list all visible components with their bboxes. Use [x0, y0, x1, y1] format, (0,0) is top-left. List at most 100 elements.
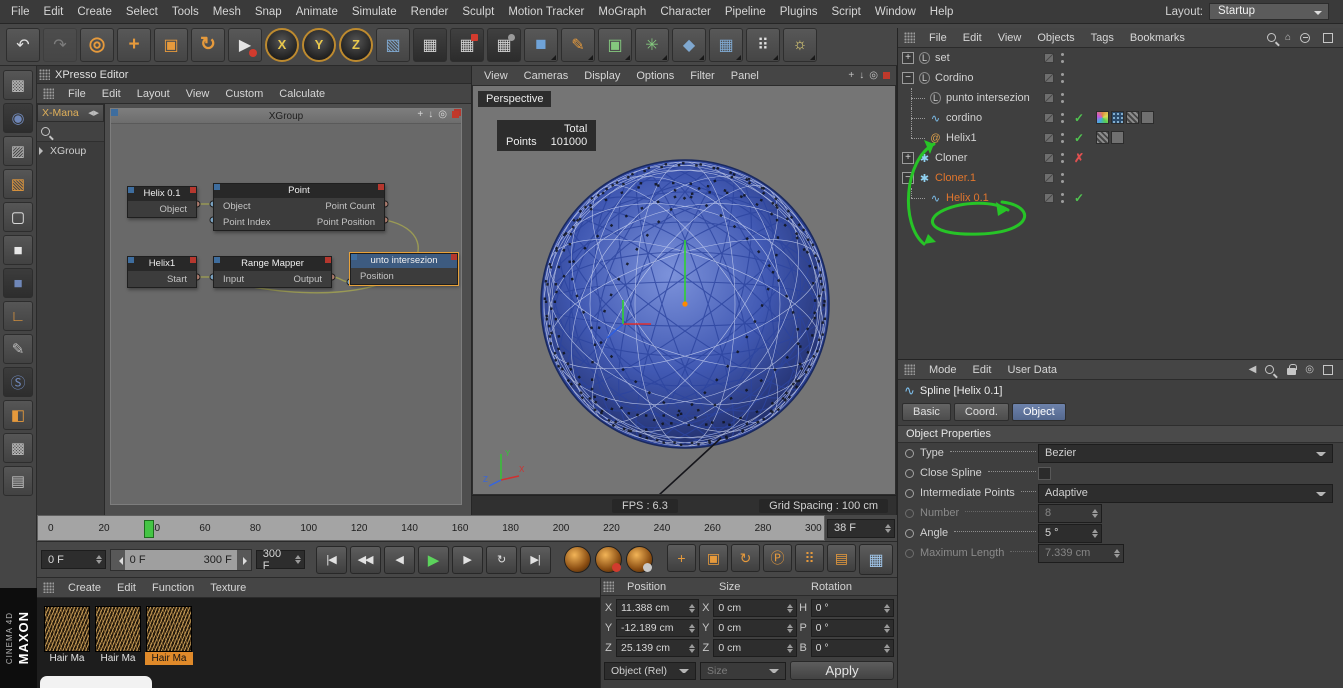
- xgroup-container[interactable]: XGroup: [110, 108, 462, 505]
- position-input[interactable]: 11.388 cm: [616, 599, 700, 617]
- menu-item[interactable]: MoGraph: [591, 2, 653, 22]
- layer-toggle-icon[interactable]: [1044, 53, 1054, 63]
- menu-item[interactable]: Sculpt: [455, 2, 501, 22]
- enable-toggle-icon[interactable]: ✓: [1072, 131, 1086, 145]
- range-start-input[interactable]: 0 F: [41, 550, 106, 569]
- history-back-icon[interactable]: ◀: [1249, 364, 1257, 375]
- menu-item[interactable]: Pipeline: [718, 2, 773, 22]
- record-parameter-icon[interactable]: Ⓟ: [763, 544, 792, 572]
- render-picture-viewer-icon[interactable]: [595, 546, 623, 573]
- layer-toggle-icon[interactable]: [1044, 133, 1054, 143]
- menu-item[interactable]: Edit: [37, 2, 71, 22]
- current-frame-marker[interactable]: [144, 520, 154, 538]
- material-item[interactable]: Hair Ma: [94, 606, 142, 665]
- menu-item[interactable]: Texture: [202, 580, 254, 596]
- model-mode-icon[interactable]: ■: [3, 235, 33, 265]
- material-item[interactable]: Hair Ma: [43, 606, 91, 665]
- object-row-set[interactable]: + set: [898, 48, 1343, 68]
- menu-item[interactable]: Function: [144, 580, 202, 596]
- expander-icon[interactable]: −: [902, 172, 914, 184]
- timeline-ruler[interactable]: 0 20 40 60 80 100 120 140 160 180 200 220 240 260 280 3…: [37, 515, 825, 541]
- rotate-view-icon[interactable]: ◎: [869, 70, 878, 81]
- phong-tag-icon[interactable]: [1126, 111, 1139, 124]
- coordinate-mode-dropdown[interactable]: Object (Rel): [604, 661, 696, 680]
- lock-x-axis-icon[interactable]: X: [265, 27, 299, 62]
- visibility-dots-icon[interactable]: [1061, 133, 1064, 136]
- panel-handle-icon[interactable]: [904, 32, 915, 43]
- add-cube-icon[interactable]: ■: [524, 27, 558, 62]
- autokey-icon[interactable]: ▤: [827, 544, 856, 572]
- menu-item[interactable]: Character: [653, 2, 718, 22]
- viewport-canvas[interactable]: Perspective Total Points 101000 Y X Z: [472, 86, 896, 495]
- lock-icon[interactable]: [1287, 364, 1297, 375]
- object-row-cordino-parent[interactable]: − Cordino: [898, 68, 1343, 88]
- panel-handle-icon[interactable]: [43, 582, 54, 593]
- menu-item[interactable]: User Data: [1000, 362, 1066, 378]
- close-spline-checkbox[interactable]: [1038, 466, 1051, 480]
- layer-icon[interactable]: ▤: [3, 466, 33, 496]
- menu-item[interactable]: Script: [824, 2, 867, 22]
- coordinate-system-icon[interactable]: ▧: [376, 27, 410, 62]
- tab-scroll-arrows-icon[interactable]: ◀▶: [88, 109, 99, 117]
- apply-button[interactable]: Apply: [790, 661, 894, 680]
- xgroup-tree-item[interactable]: XGroup: [37, 142, 104, 160]
- simulate-icon[interactable]: ✳: [635, 27, 669, 62]
- menu-item[interactable]: Simulate: [345, 2, 404, 22]
- panel-handle-icon[interactable]: [603, 581, 614, 592]
- menu-item[interactable]: Tools: [165, 2, 206, 22]
- render-picture-viewer-icon[interactable]: ▦: [450, 27, 484, 62]
- last-tool-icon[interactable]: ▶: [228, 27, 262, 62]
- menu-item[interactable]: Tags: [1083, 30, 1122, 46]
- content-browser-icon[interactable]: ▦: [859, 544, 893, 575]
- filter-icon[interactable]: [1300, 32, 1310, 43]
- particle-tag-icon[interactable]: [1096, 111, 1109, 124]
- home-icon[interactable]: ⌂: [1285, 32, 1291, 43]
- keyframe-selection-icon[interactable]: ⠿: [795, 544, 824, 572]
- position-input[interactable]: -12.189 cm: [616, 619, 700, 637]
- rotate-icon[interactable]: ↻: [191, 27, 225, 62]
- lock-workplane-icon[interactable]: ▩: [3, 433, 33, 463]
- range-right-cap-icon[interactable]: [236, 549, 251, 570]
- material-item-selected[interactable]: Hair Ma: [145, 606, 193, 665]
- pan-view-icon[interactable]: +: [417, 109, 423, 120]
- render-view-icon[interactable]: [564, 546, 592, 573]
- object-row-punto-intersezion[interactable]: punto intersezion: [898, 88, 1343, 108]
- current-frame-input[interactable]: 38 F: [827, 518, 895, 538]
- phong-tag-icon[interactable]: [1096, 131, 1109, 144]
- loop-icon[interactable]: ↻: [485, 545, 517, 574]
- snap-icon[interactable]: Ⓢ: [3, 367, 33, 397]
- object-row-cloner1[interactable]: − Cloner.1: [898, 168, 1343, 188]
- layer-toggle-icon[interactable]: [1044, 73, 1054, 83]
- layer-toggle-icon[interactable]: [1044, 153, 1054, 163]
- spline-sphere-object[interactable]: [535, 154, 835, 457]
- layer-toggle-icon[interactable]: [1044, 93, 1054, 103]
- menu-item[interactable]: File: [4, 2, 37, 22]
- object-properties-header[interactable]: Object Properties: [898, 425, 1343, 443]
- xpresso-titlebar[interactable]: XPresso Editor: [37, 66, 471, 84]
- vertex-map-tag-icon[interactable]: [1111, 111, 1124, 124]
- enable-toggle-icon[interactable]: ✗: [1072, 151, 1086, 165]
- close-group-icon[interactable]: [452, 111, 459, 118]
- menu-item[interactable]: Snap: [248, 2, 289, 22]
- menu-item[interactable]: Display: [576, 68, 628, 84]
- port-label[interactable]: Start: [167, 274, 187, 285]
- fit-view-icon[interactable]: ◎: [438, 109, 447, 120]
- scale-icon[interactable]: ▣: [154, 27, 188, 62]
- anim-dot-icon[interactable]: [905, 528, 914, 538]
- visibility-dots-icon[interactable]: [1061, 93, 1064, 96]
- node-helix1[interactable]: Helix1 Start: [127, 256, 197, 288]
- anim-dot-icon[interactable]: [905, 488, 914, 498]
- menu-item[interactable]: Create: [70, 2, 119, 22]
- object-row-helix1[interactable]: Helix1 ✓: [898, 128, 1343, 148]
- menu-item[interactable]: Motion Tracker: [501, 2, 591, 22]
- camera-label[interactable]: Perspective: [478, 91, 552, 107]
- layout-select[interactable]: Startup: [1209, 3, 1329, 20]
- move-icon[interactable]: +: [117, 27, 151, 62]
- uv-mode-icon[interactable]: ✎: [3, 334, 33, 364]
- texture-tag-icon[interactable]: [1111, 131, 1124, 144]
- port-label[interactable]: Output: [293, 274, 322, 285]
- go-to-end-icon[interactable]: ▶|: [519, 545, 551, 574]
- display-tag-icon[interactable]: [1141, 111, 1154, 124]
- menu-item[interactable]: Help: [923, 2, 961, 22]
- make-editable-icon[interactable]: ▩: [3, 70, 33, 100]
